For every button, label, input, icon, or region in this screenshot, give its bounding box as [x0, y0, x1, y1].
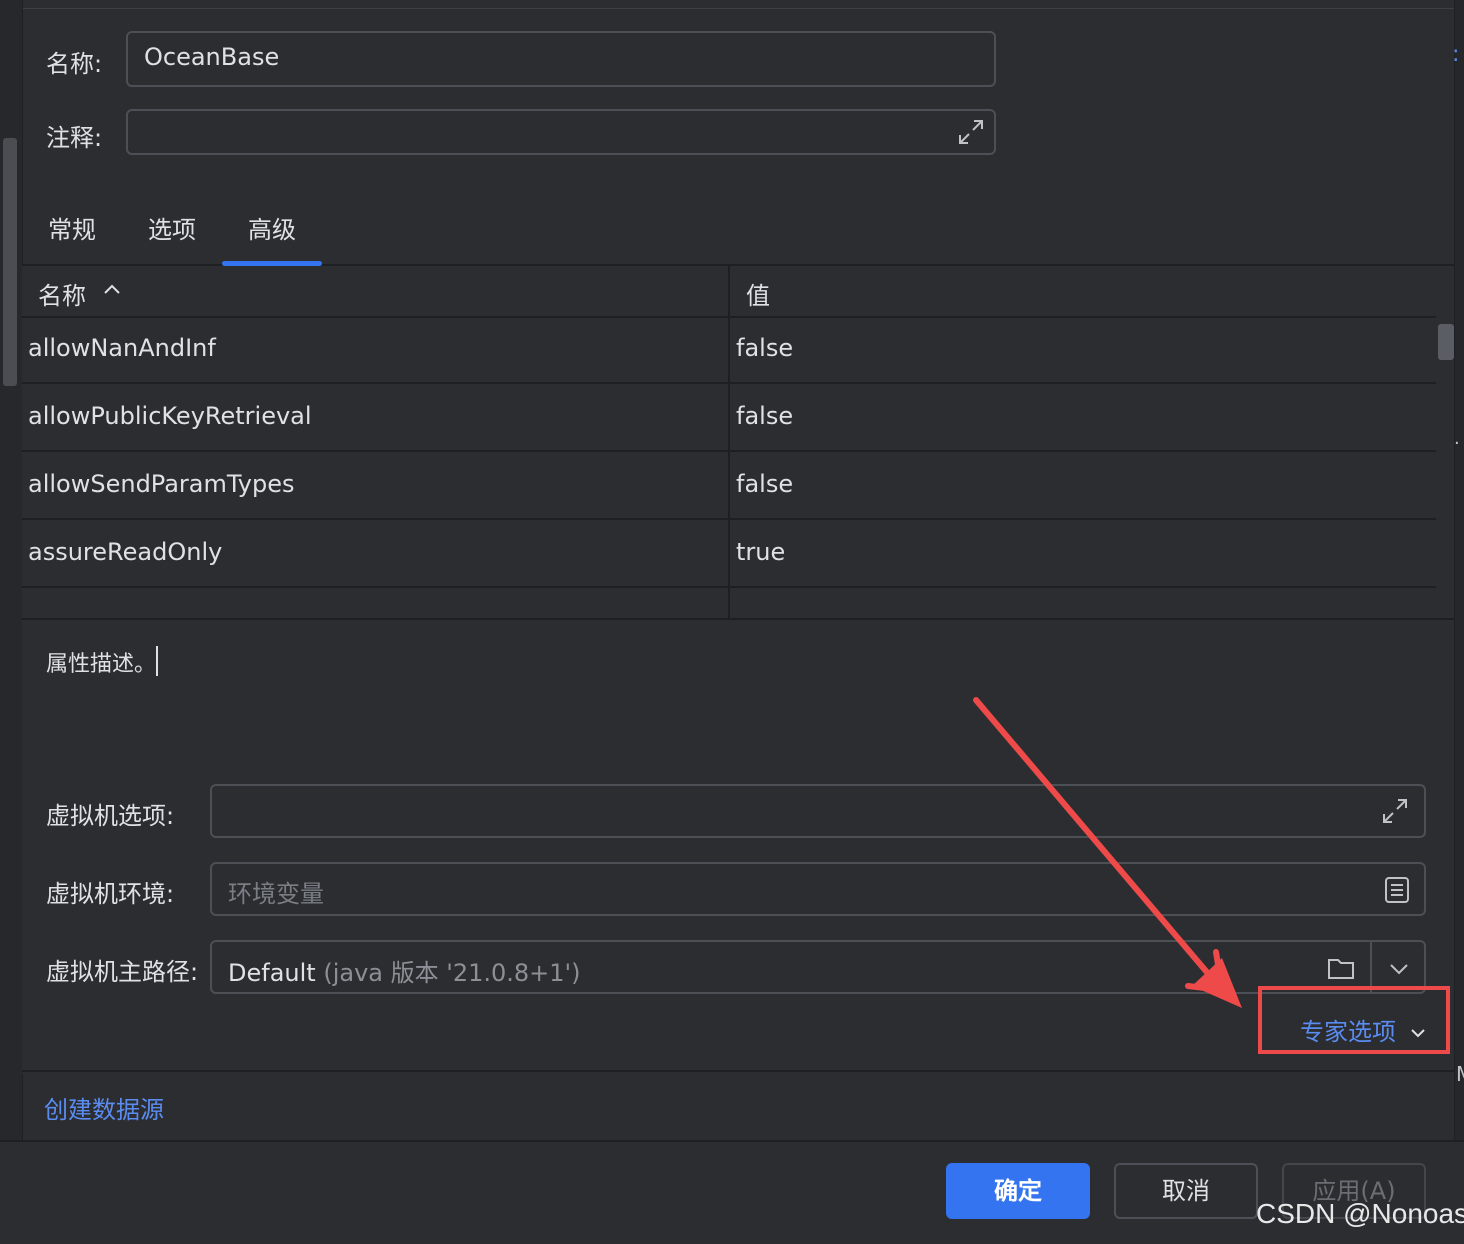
property-value[interactable]: false [736, 334, 793, 362]
expand-icon[interactable] [1380, 796, 1410, 826]
chevron-down-icon[interactable] [1384, 954, 1414, 984]
property-name: allowNanAndInf [28, 334, 216, 362]
property-value[interactable]: false [736, 402, 793, 430]
table-row-partial[interactable] [22, 588, 1436, 618]
comment-input[interactable] [126, 109, 996, 155]
cancel-button[interactable]: 取消 [1114, 1163, 1258, 1219]
table-row[interactable]: allowNanAndInf false [22, 316, 1436, 384]
bottom-divider [22, 1070, 1454, 1072]
right-edge-glyph: . [1454, 428, 1460, 449]
table-row[interactable]: assureReadOnly true [22, 520, 1436, 588]
name-label: 名称: [46, 50, 103, 78]
annotation-arrow-icon [973, 697, 1242, 1008]
window-top-edge [22, 0, 1454, 9]
vm-home-label: 虚拟机主路径: [46, 958, 199, 986]
name-input-value: OceanBase [144, 43, 280, 71]
vm-home-default: Default [228, 959, 316, 987]
property-name: allowSendParamTypes [28, 470, 295, 498]
right-edge-glyph: : [1452, 42, 1460, 67]
property-description: 属性描述。 [46, 652, 157, 677]
tab-options[interactable]: 选项 [148, 210, 196, 245]
properties-table: 名称 值 allowNanAndInf false allowPublicKey… [22, 266, 1436, 618]
folder-icon[interactable] [1326, 953, 1356, 983]
sort-ascending-icon[interactable] [102, 278, 122, 306]
ok-button[interactable]: 确定 [946, 1163, 1090, 1219]
property-value[interactable]: true [736, 538, 785, 566]
property-value[interactable]: false [736, 470, 793, 498]
name-input[interactable]: OceanBase [126, 31, 996, 87]
watermark: CSDN @Nonoas [1256, 1198, 1464, 1229]
tab-general[interactable]: 常规 [48, 210, 96, 245]
text-caret [156, 646, 158, 676]
comment-label: 注释: [46, 124, 103, 152]
left-scrollbar[interactable] [3, 138, 17, 386]
vm-env-placeholder: 环境变量 [228, 880, 324, 908]
table-scrollbar-thumb[interactable] [1438, 324, 1454, 360]
expand-icon[interactable] [956, 117, 986, 147]
property-name: allowPublicKeyRetrieval [28, 402, 312, 430]
table-row[interactable]: allowPublicKeyRetrieval false [22, 384, 1436, 452]
create-datasource-link[interactable]: 创建数据源 [44, 1090, 164, 1125]
table-scrollbar[interactable] [1436, 266, 1454, 618]
vm-home-value: Default (java 版本 '21.0.8+1') [228, 953, 581, 988]
property-name: assureReadOnly [28, 538, 223, 566]
vm-home-version-note: (java 版本 '21.0.8+1') [323, 959, 581, 987]
right-side-panel [1454, 0, 1464, 1140]
vm-env-label: 虚拟机环境: [46, 880, 175, 908]
document-icon[interactable] [1382, 875, 1412, 905]
column-header-value[interactable]: 值 [746, 276, 770, 311]
annotation-highlight-box [1258, 986, 1450, 1054]
tab-advanced[interactable]: 高级 [248, 210, 296, 245]
vm-options-label: 虚拟机选项: [46, 802, 175, 830]
table-row[interactable]: allowSendParamTypes false [22, 452, 1436, 520]
right-edge-glyph: M [1456, 1062, 1464, 1086]
column-header-name[interactable]: 名称 [38, 276, 86, 311]
